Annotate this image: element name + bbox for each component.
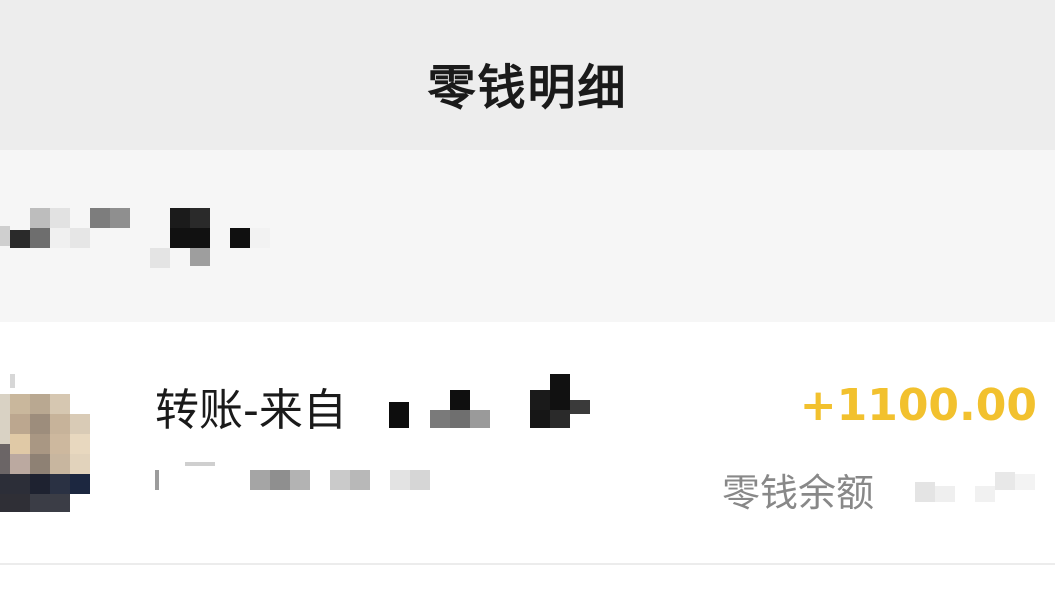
page-title: 零钱明细 [427, 60, 628, 116]
list-bottom-area [0, 565, 1055, 593]
redacted-month-label [0, 208, 270, 268]
month-group-header[interactable] [0, 150, 1055, 322]
redacted-balance-value [915, 472, 1035, 502]
top-bar: 零钱明细 [0, 0, 1055, 150]
avatar [0, 374, 90, 512]
balance-label: 零钱余额 [722, 471, 875, 515]
redacted-transaction-time [155, 462, 430, 490]
transaction-amount: +1100.00 [799, 380, 1037, 431]
transaction-title: 转账-来自 [155, 385, 347, 436]
redacted-sender-name [389, 374, 590, 428]
transaction-row[interactable]: 转账-来自 +1100.00 零钱余额 [0, 322, 1055, 565]
